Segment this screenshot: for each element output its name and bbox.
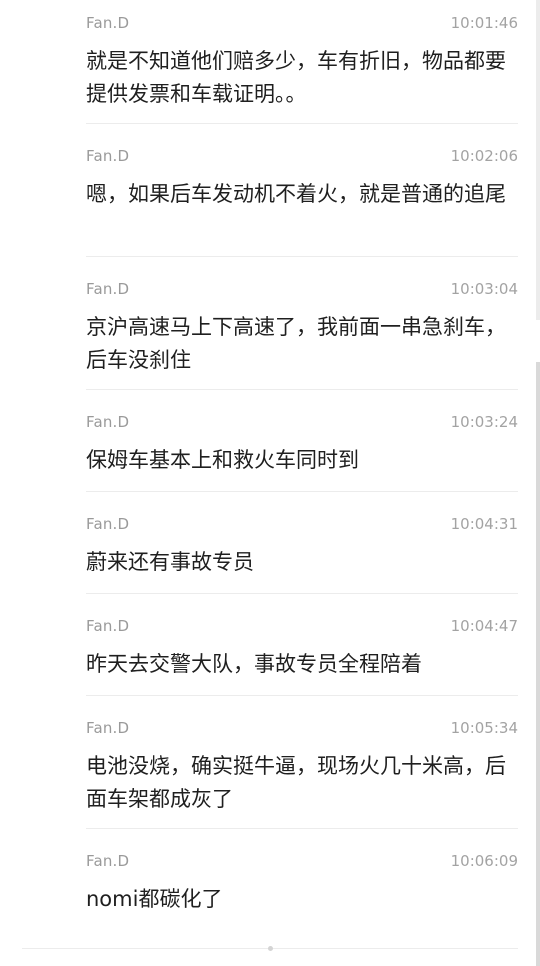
chat-screen: Fan.D 10:01:46 就是不知道他们赔多少，车有折旧，物品都要提供发票和… bbox=[0, 0, 540, 966]
message-header: Fan.D 10:05:34 bbox=[86, 718, 518, 738]
message-text: nomi都碳化了 bbox=[86, 887, 223, 911]
message-item[interactable]: Fan.D 10:05:34 电池没烧，确实挺牛逼，现场火几十米高，后面车架都成… bbox=[86, 696, 518, 829]
message-header: Fan.D 10:02:06 bbox=[86, 146, 518, 166]
message-sender: Fan.D bbox=[86, 280, 130, 298]
message-header: Fan.D 10:04:47 bbox=[86, 616, 518, 636]
message-sender: Fan.D bbox=[86, 719, 130, 737]
message-header: Fan.D 10:04:31 bbox=[86, 514, 518, 534]
message-text: 就是不知道他们赔多少，车有折旧，物品都要提供发票和车载证明。。 bbox=[86, 49, 506, 106]
message-item[interactable]: Fan.D 10:03:04 京沪高速马上下高速了，我前面一串急刹车，后车没刹住 bbox=[86, 257, 518, 390]
message-sender: Fan.D bbox=[86, 852, 130, 870]
message-header: Fan.D 10:03:24 bbox=[86, 412, 518, 432]
message-sender: Fan.D bbox=[86, 413, 130, 431]
message-item[interactable]: Fan.D 10:02:06 嗯，如果后车发动机不着火，就是普通的追尾 bbox=[86, 124, 518, 257]
message-sender: Fan.D bbox=[86, 617, 130, 635]
message-item[interactable]: Fan.D 10:03:24 保姆车基本上和救火车同时到 bbox=[86, 390, 518, 492]
message-item[interactable]: Fan.D 10:04:47 昨天去交警大队，事故专员全程陪着 bbox=[86, 594, 518, 696]
message-text: 嗯，如果后车发动机不着火，就是普通的追尾 bbox=[86, 182, 506, 206]
message-time: 10:04:47 bbox=[450, 617, 518, 635]
message-list[interactable]: Fan.D 10:01:46 就是不知道他们赔多少，车有折旧，物品都要提供发票和… bbox=[0, 0, 540, 939]
scrollbar-track-upper bbox=[536, 0, 540, 320]
message-time: 10:01:46 bbox=[450, 14, 518, 32]
message-text: 电池没烧，确实挺牛逼，现场火几十米高，后面车架都成灰了 bbox=[86, 754, 506, 811]
message-time: 10:03:04 bbox=[450, 280, 518, 298]
message-item[interactable]: Fan.D 10:06:09 nomi都碳化了 bbox=[86, 829, 518, 939]
message-header: Fan.D 10:06:09 bbox=[86, 851, 518, 871]
message-sender: Fan.D bbox=[86, 14, 130, 32]
message-sender: Fan.D bbox=[86, 515, 130, 533]
message-text: 保姆车基本上和救火车同时到 bbox=[86, 448, 359, 472]
message-text: 蔚来还有事故专员 bbox=[86, 550, 254, 574]
page-indicator-dot bbox=[268, 946, 273, 951]
message-header: Fan.D 10:01:46 bbox=[86, 13, 518, 33]
message-time: 10:02:06 bbox=[450, 147, 518, 165]
message-time: 10:05:34 bbox=[450, 719, 518, 737]
message-time: 10:04:31 bbox=[450, 515, 518, 533]
message-item[interactable]: Fan.D 10:04:31 蔚来还有事故专员 bbox=[86, 492, 518, 594]
message-header: Fan.D 10:03:04 bbox=[86, 279, 518, 299]
message-sender: Fan.D bbox=[86, 147, 130, 165]
scrollbar[interactable] bbox=[534, 0, 540, 966]
message-item[interactable]: Fan.D 10:01:46 就是不知道他们赔多少，车有折旧，物品都要提供发票和… bbox=[86, 0, 518, 124]
scrollbar-thumb[interactable] bbox=[536, 362, 540, 966]
message-text: 京沪高速马上下高速了，我前面一串急刹车，后车没刹住 bbox=[86, 315, 506, 372]
message-text: 昨天去交警大队，事故专员全程陪着 bbox=[86, 652, 422, 676]
message-time: 10:06:09 bbox=[450, 852, 518, 870]
message-time: 10:03:24 bbox=[450, 413, 518, 431]
